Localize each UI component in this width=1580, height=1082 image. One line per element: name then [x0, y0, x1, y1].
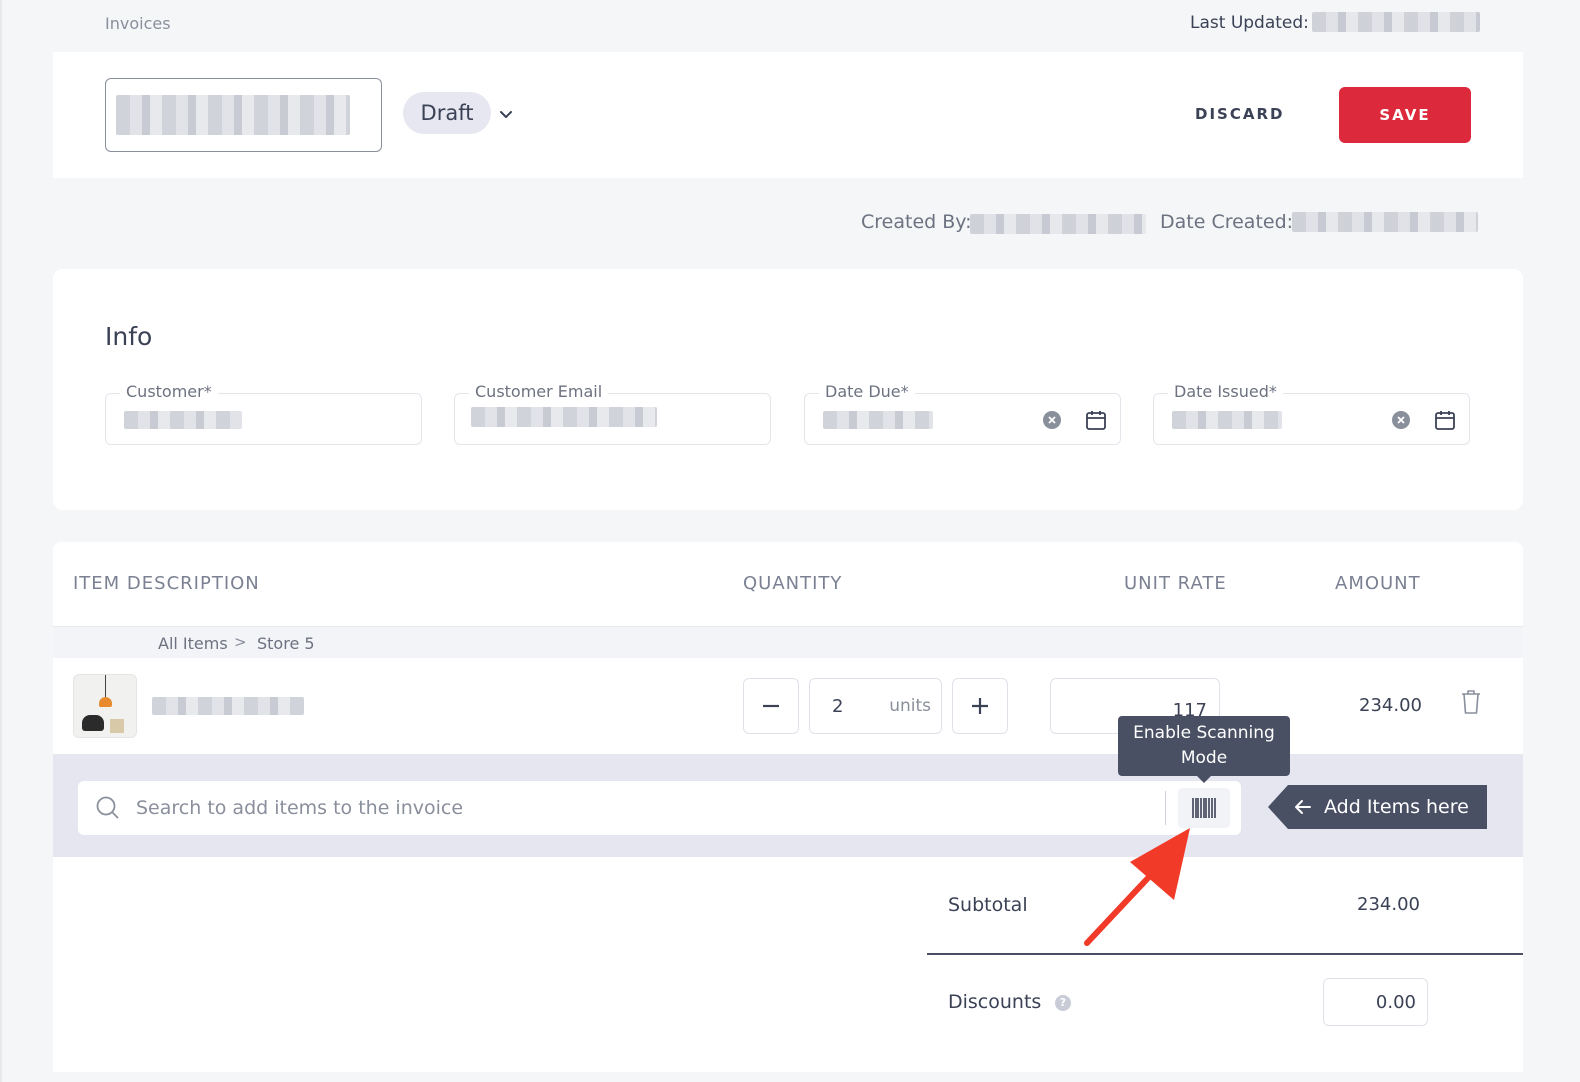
tooltip-text: Enable Scanning Mode	[1133, 723, 1275, 768]
save-button[interactable]: SAVE	[1339, 87, 1471, 143]
chair	[82, 715, 104, 731]
save-label: SAVE	[1379, 106, 1431, 124]
barcode-icon	[1192, 798, 1216, 818]
info-card: Info Customer* Customer Email Date Due* …	[53, 269, 1523, 510]
last-updated-value	[1312, 12, 1480, 32]
date-due-field[interactable]: Date Due*	[804, 382, 1121, 445]
customer-value	[124, 411, 242, 429]
discounts-input[interactable]: 0.00	[1323, 978, 1428, 1026]
quantity-unit: units	[889, 696, 931, 716]
path-root[interactable]: All Items	[158, 634, 228, 653]
discard-button[interactable]: DISCARD	[1195, 105, 1284, 123]
help-icon[interactable]: ?	[1055, 995, 1071, 1011]
path-current[interactable]: Store 5	[257, 634, 315, 653]
created-by-label: Created By:	[861, 211, 972, 233]
chevron-down-icon[interactable]	[496, 104, 516, 124]
tooltip-pointer	[1196, 775, 1212, 783]
date-due-value	[823, 411, 933, 429]
breadcrumb[interactable]: Invoices	[105, 14, 171, 33]
last-updated-label: Last Updated:	[1190, 13, 1309, 33]
date-issued-label: Date Issued*	[1168, 382, 1283, 401]
column-header-unit-rate: UNIT RATE	[1124, 573, 1227, 594]
status-badge[interactable]: Draft	[403, 92, 491, 134]
header-card: Draft DISCARD SAVE	[53, 52, 1523, 178]
date-due-label: Date Due*	[819, 382, 915, 401]
calendar-icon[interactable]	[1433, 408, 1457, 432]
date-created-label: Date Created:	[1160, 211, 1294, 233]
date-issued-value	[1172, 411, 1282, 429]
customer-field[interactable]: Customer*	[105, 382, 422, 445]
invoice-name-value	[116, 95, 350, 135]
lamp-shade	[99, 697, 112, 707]
amount-value: 234.00	[1359, 695, 1422, 716]
plus-icon	[972, 698, 988, 714]
page-edge	[0, 0, 2, 1082]
column-header-quantity: QUANTITY	[743, 573, 843, 594]
column-header-item: ITEM DESCRIPTION	[73, 573, 260, 594]
item-name	[152, 697, 304, 715]
add-items-hint-text: Add Items here	[1324, 796, 1469, 818]
decrement-button[interactable]	[743, 678, 799, 734]
quantity-input[interactable]: 2 units	[809, 678, 942, 734]
increment-button[interactable]	[952, 678, 1008, 734]
customer-email-value	[471, 407, 657, 427]
customer-label: Customer*	[120, 382, 218, 401]
search-placeholder: Search to add items to the invoice	[136, 797, 464, 819]
lamp-cord	[105, 675, 106, 699]
annotation-arrow	[1084, 828, 1190, 946]
add-items-hint: Add Items here	[1268, 785, 1487, 829]
date-created-value	[1292, 212, 1478, 232]
date-issued-field[interactable]: Date Issued*	[1153, 382, 1470, 445]
item-thumbnail[interactable]	[73, 674, 137, 738]
side-table	[110, 719, 124, 733]
created-by-value	[970, 214, 1146, 234]
arrow-left-icon	[1294, 798, 1312, 816]
discounts-label: Discounts	[948, 991, 1042, 1013]
info-title: Info	[105, 322, 153, 351]
minus-icon	[763, 704, 779, 708]
invoice-name-field[interactable]	[105, 78, 382, 152]
totals-divider	[927, 953, 1523, 955]
calendar-icon[interactable]	[1084, 408, 1108, 432]
trash-icon[interactable]	[1459, 688, 1483, 716]
scanning-mode-tooltip: Enable Scanning Mode	[1118, 716, 1290, 776]
subtotal-label: Subtotal	[948, 894, 1028, 916]
path-separator: >	[234, 633, 247, 651]
item-search-box[interactable]: Search to add items to the invoice	[78, 781, 1241, 835]
clear-icon[interactable]	[1043, 411, 1061, 429]
customer-email-label: Customer Email	[469, 382, 609, 401]
search-icon	[95, 795, 121, 821]
category-path: All Items > Store 5	[53, 626, 1523, 658]
clear-icon[interactable]	[1392, 411, 1410, 429]
subtotal-value: 234.00	[1357, 894, 1420, 915]
table-row: 2 units 117 234.00	[53, 658, 1523, 754]
customer-email-field[interactable]: Customer Email	[454, 382, 771, 445]
column-header-amount: AMOUNT	[1335, 573, 1421, 594]
quantity-value: 2	[832, 695, 844, 717]
discounts-value: 0.00	[1375, 991, 1416, 1013]
